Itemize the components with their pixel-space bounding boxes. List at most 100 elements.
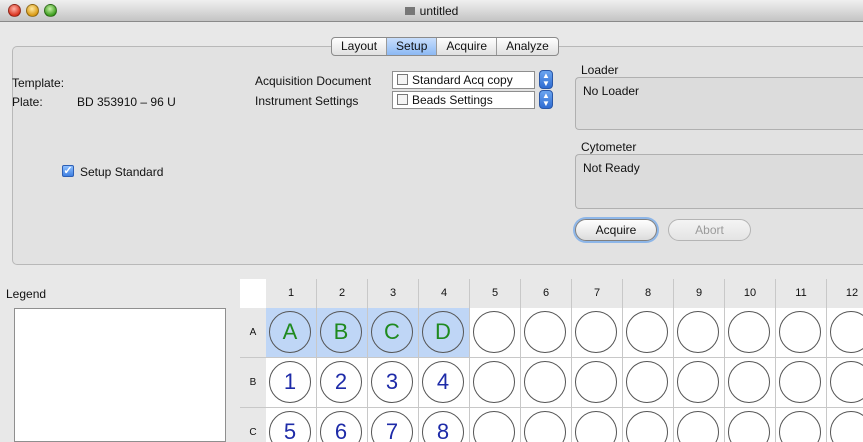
acquisition-document-popup[interactable]: Standard Acq copy bbox=[392, 71, 535, 89]
plate-cell[interactable]: 6 bbox=[317, 408, 368, 442]
well-B11[interactable] bbox=[779, 361, 821, 403]
well-A8[interactable] bbox=[626, 311, 668, 353]
column-header-3[interactable]: 3 bbox=[368, 279, 419, 308]
well-A4[interactable]: D bbox=[422, 311, 464, 353]
column-header-9[interactable]: 9 bbox=[674, 279, 725, 308]
well-A11[interactable] bbox=[779, 311, 821, 353]
column-header-8[interactable]: 8 bbox=[623, 279, 674, 308]
plate-cell[interactable] bbox=[674, 308, 725, 358]
plate-cell[interactable] bbox=[623, 358, 674, 408]
well-A10[interactable] bbox=[728, 311, 770, 353]
column-header-7[interactable]: 7 bbox=[572, 279, 623, 308]
tab-setup[interactable]: Setup bbox=[387, 38, 438, 55]
plate-cell[interactable] bbox=[674, 408, 725, 442]
column-header-1[interactable]: 1 bbox=[266, 279, 317, 308]
plate-cell[interactable] bbox=[674, 358, 725, 408]
plate-cell[interactable]: D bbox=[419, 308, 470, 358]
instrument-settings-stepper[interactable]: ▲ ▼ bbox=[539, 90, 553, 109]
row-header-A[interactable]: A bbox=[240, 308, 266, 358]
well-B3[interactable]: 3 bbox=[371, 361, 413, 403]
plate-cell[interactable] bbox=[776, 308, 827, 358]
abort-button[interactable]: Abort bbox=[668, 219, 751, 241]
well-B5[interactable] bbox=[473, 361, 515, 403]
plate-cell[interactable]: 8 bbox=[419, 408, 470, 442]
plate-cell[interactable] bbox=[470, 408, 521, 442]
well-B12[interactable] bbox=[830, 361, 863, 403]
well-C8[interactable] bbox=[626, 411, 668, 442]
plate-cell[interactable] bbox=[470, 358, 521, 408]
column-header-11[interactable]: 11 bbox=[776, 279, 827, 308]
well-C3[interactable]: 7 bbox=[371, 411, 413, 442]
column-header-6[interactable]: 6 bbox=[521, 279, 572, 308]
well-C10[interactable] bbox=[728, 411, 770, 442]
plate-cell[interactable] bbox=[725, 308, 776, 358]
well-C11[interactable] bbox=[779, 411, 821, 442]
setup-standard-label: Setup Standard bbox=[80, 165, 164, 179]
well-C4[interactable]: 8 bbox=[422, 411, 464, 442]
well-A9[interactable] bbox=[677, 311, 719, 353]
plate-cell[interactable] bbox=[827, 308, 863, 358]
well-C12[interactable] bbox=[830, 411, 863, 442]
well-B7[interactable] bbox=[575, 361, 617, 403]
plate-cell[interactable]: A bbox=[266, 308, 317, 358]
column-header-4[interactable]: 4 bbox=[419, 279, 470, 308]
well-C7[interactable] bbox=[575, 411, 617, 442]
plate-cell[interactable] bbox=[725, 358, 776, 408]
plate-cell[interactable] bbox=[521, 358, 572, 408]
plate-cell[interactable] bbox=[827, 408, 863, 442]
plate-cell[interactable] bbox=[776, 408, 827, 442]
plate-cell[interactable] bbox=[572, 308, 623, 358]
well-B4[interactable]: 4 bbox=[422, 361, 464, 403]
well-A5[interactable] bbox=[473, 311, 515, 353]
column-header-12[interactable]: 12 bbox=[827, 279, 863, 308]
plate-cell[interactable] bbox=[572, 408, 623, 442]
row-header-B[interactable]: B bbox=[240, 358, 266, 408]
well-B8[interactable] bbox=[626, 361, 668, 403]
plate-cell[interactable] bbox=[572, 358, 623, 408]
well-C2[interactable]: 6 bbox=[320, 411, 362, 442]
well-A2[interactable]: B bbox=[320, 311, 362, 353]
acquire-button[interactable]: Acquire bbox=[575, 219, 657, 241]
well-B9[interactable] bbox=[677, 361, 719, 403]
plate-cell[interactable] bbox=[470, 308, 521, 358]
row-header-C[interactable]: C bbox=[240, 408, 266, 442]
plate-cell[interactable]: C bbox=[368, 308, 419, 358]
plate-cell[interactable]: 2 bbox=[317, 358, 368, 408]
tab-analyze[interactable]: Analyze bbox=[497, 38, 558, 55]
well-A6[interactable] bbox=[524, 311, 566, 353]
tab-layout[interactable]: Layout bbox=[332, 38, 388, 55]
column-header-2[interactable]: 2 bbox=[317, 279, 368, 308]
plate-cell[interactable]: 7 bbox=[368, 408, 419, 442]
well-B6[interactable] bbox=[524, 361, 566, 403]
well-A7[interactable] bbox=[575, 311, 617, 353]
plate-cell[interactable] bbox=[623, 308, 674, 358]
plate-cell[interactable] bbox=[827, 358, 863, 408]
well-B1[interactable]: 1 bbox=[269, 361, 311, 403]
column-header-5[interactable]: 5 bbox=[470, 279, 521, 308]
setup-standard-checkbox[interactable]: ✓ bbox=[62, 165, 74, 177]
plate-cell[interactable] bbox=[725, 408, 776, 442]
well-C6[interactable] bbox=[524, 411, 566, 442]
well-A1[interactable]: A bbox=[269, 311, 311, 353]
plate-cell[interactable]: 3 bbox=[368, 358, 419, 408]
well-C5[interactable] bbox=[473, 411, 515, 442]
plate-cell[interactable] bbox=[521, 308, 572, 358]
instrument-settings-popup[interactable]: Beads Settings bbox=[392, 91, 535, 109]
well-C1[interactable]: 5 bbox=[269, 411, 311, 442]
tab-acquire[interactable]: Acquire bbox=[437, 38, 498, 55]
plate-cell[interactable] bbox=[776, 358, 827, 408]
well-B2[interactable]: 2 bbox=[320, 361, 362, 403]
well-A12[interactable] bbox=[830, 311, 863, 353]
plate-cell[interactable]: 1 bbox=[266, 358, 317, 408]
plate-cell[interactable] bbox=[623, 408, 674, 442]
acquisition-document-stepper[interactable]: ▲ ▼ bbox=[539, 70, 553, 89]
plate-cell[interactable] bbox=[521, 408, 572, 442]
well-A3[interactable]: C bbox=[371, 311, 413, 353]
well-B10[interactable] bbox=[728, 361, 770, 403]
plate-cell[interactable]: 4 bbox=[419, 358, 470, 408]
plate-cell[interactable]: 5 bbox=[266, 408, 317, 442]
column-header-10[interactable]: 10 bbox=[725, 279, 776, 308]
well-C9[interactable] bbox=[677, 411, 719, 442]
plate-cell[interactable]: B bbox=[317, 308, 368, 358]
settings-document-icon bbox=[397, 94, 408, 105]
